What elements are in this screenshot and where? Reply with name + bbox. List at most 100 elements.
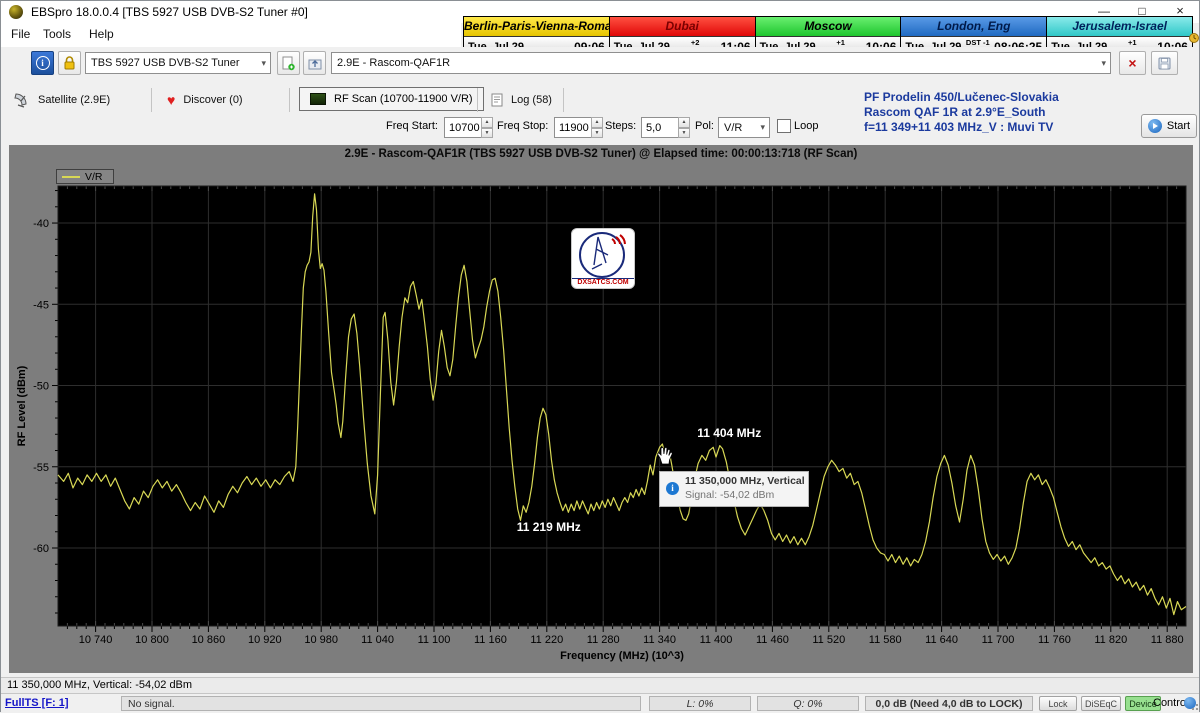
lock-status-button[interactable]: Lock [1039, 696, 1077, 711]
chevron-down-icon: ▾ [760, 122, 769, 133]
steps-stepper[interactable]: 5,0 ▲▼ [641, 117, 690, 138]
pol-label: Pol: [695, 120, 714, 132]
start-button-label: Start [1167, 120, 1190, 132]
x-tick-label: 11 520 [812, 634, 845, 646]
application-window: EBSpro 18.0.0.4 [TBS 5927 USB DVB-S2 Tun… [0, 0, 1200, 712]
spin-up-icon[interactable]: ▲ [481, 117, 493, 128]
info-line-1: PF Prodelin 450/Lučenec-Slovakia [864, 90, 1059, 104]
quality-field: Q: 0% [757, 696, 859, 711]
note-plus-icon [282, 56, 295, 71]
dxsatcs-logo: DXSATCS.COM [571, 228, 635, 289]
fullts-link[interactable]: FullTS [F: 1] [5, 697, 69, 709]
info-button[interactable]: i [31, 51, 54, 75]
signal-status-field: No signal. [121, 696, 641, 711]
y-axis-title: RF Level (dBm) [16, 365, 28, 446]
play-icon [1148, 119, 1162, 133]
spectrum-chart: 2.9E - Rascom-QAF1R (TBS 5927 USB DVB-S2… [9, 145, 1193, 673]
lock-button[interactable] [58, 51, 81, 75]
hand-cursor-icon [656, 446, 674, 466]
chevron-down-icon: ▾ [1101, 58, 1110, 69]
x-tick-label: 10 740 [79, 634, 113, 646]
start-button[interactable]: Start [1141, 114, 1197, 138]
menu-help[interactable]: Help [89, 27, 114, 41]
add-note-button[interactable] [277, 51, 300, 75]
clock-offset: DST -1 [961, 38, 994, 47]
pol-select-value: V/R [724, 122, 742, 134]
steps-label: Steps: [605, 120, 636, 132]
tuner-select-value: TBS 5927 USB DVB-S2 Tuner [91, 57, 240, 69]
spin-down-icon[interactable]: ▼ [678, 128, 690, 139]
x-tick-label: 11 100 [418, 634, 451, 646]
y-tick-label: -45 [33, 299, 49, 311]
floppy-disk-icon [1158, 57, 1171, 70]
spin-down-icon[interactable]: ▼ [481, 128, 493, 139]
steps-value[interactable]: 5,0 [641, 117, 678, 138]
x-tick-label: 11 760 [1038, 634, 1071, 646]
tooltip-signal: Signal: -54,02 dBm [685, 489, 774, 501]
tuner-select[interactable]: TBS 5927 USB DVB-S2 Tuner▾ [85, 52, 271, 74]
chart-annotation: 11 219 MHz [517, 520, 581, 534]
y-tick-label: -50 [33, 381, 49, 393]
menu-tools[interactable]: Tools [43, 27, 71, 41]
freq-start-value[interactable]: 10700 [444, 117, 481, 138]
x-tick-label: 11 220 [530, 634, 563, 646]
pol-select[interactable]: V/R ▾ [718, 117, 770, 138]
clock-city: Moscow [756, 17, 901, 37]
tab-rf-scan[interactable]: RF Scan (10700-11900 V/R) [299, 87, 484, 111]
tab-satellite[interactable]: Satellite (2.9E) [13, 89, 110, 111]
tab-log[interactable]: Log (58) [491, 89, 552, 111]
status-reading: 11 350,000 MHz, Vertical: -54,02 dBm [7, 679, 192, 691]
delete-satellite-button[interactable]: × [1119, 51, 1146, 75]
info-icon: i [36, 56, 50, 70]
save-button[interactable] [1151, 51, 1178, 75]
tab-separator [563, 88, 564, 112]
spin-down-icon[interactable]: ▼ [591, 128, 603, 139]
x-tick-label: 10 920 [248, 634, 282, 646]
x-tick-label: 10 980 [304, 634, 338, 646]
x-tick-label: 11 460 [756, 634, 789, 646]
diseqc-button[interactable]: DiSEqC [1081, 696, 1121, 711]
resize-grip[interactable] [1192, 704, 1198, 710]
level-field: L: 0% [649, 696, 751, 711]
x-tick-label: 11 340 [643, 634, 676, 646]
freq-stop-value[interactable]: 11900 [554, 117, 591, 138]
clock-icon[interactable] [1189, 31, 1199, 45]
x-tick-label: 11 880 [1151, 634, 1184, 646]
info-line-3: f=11 349+11 403 MHz_V : Muvi TV [864, 120, 1053, 134]
upload-settings-button[interactable] [303, 51, 326, 75]
x-tick-label: 10 800 [135, 634, 169, 646]
x-tick-label: 11 280 [587, 634, 620, 646]
freq-start-label: Freq Start: [386, 120, 438, 132]
upload-icon [308, 57, 322, 70]
x-tick-label: 11 160 [474, 634, 507, 646]
status-reading-bar: 11 350,000 MHz, Vertical: -54,02 dBm [1, 677, 1199, 694]
tab-rf-scan-label: RF Scan (10700-11900 V/R) [334, 93, 473, 105]
clock-city: Jerusalem-Israel [1047, 17, 1192, 37]
logo-text: DXSATCS.COM [572, 278, 634, 286]
rf-scan-icon [310, 93, 326, 105]
x-tick-label: 11 640 [925, 634, 958, 646]
spectrum-plot[interactable]: 10 74010 80010 86010 92010 98011 04011 1… [9, 145, 1193, 673]
x-tick-label: 10 860 [192, 634, 226, 646]
x-tick-label: 11 400 [700, 634, 733, 646]
log-document-icon [491, 93, 503, 107]
window-title: EBSpro 18.0.0.4 [TBS 5927 USB DVB-S2 Tun… [31, 5, 308, 19]
app-icon [9, 5, 23, 19]
spin-up-icon[interactable]: ▲ [591, 117, 603, 128]
tab-discover-label: Discover (0) [183, 94, 242, 106]
freq-stop-stepper[interactable]: 11900 ▲▼ [554, 117, 603, 138]
tooltip-frequency: 11 350,000 MHz, Vertical [685, 475, 805, 487]
y-tick-label: -60 [33, 543, 49, 555]
spin-up-icon[interactable]: ▲ [678, 117, 690, 128]
clock-city: Berlin-Paris-Vienna-Roma [464, 17, 609, 37]
loop-checkbox[interactable] [777, 119, 791, 133]
satellite-field[interactable]: 2.9E - Rascom-QAF1R▾ [331, 52, 1111, 74]
menu-file[interactable]: File [11, 27, 30, 41]
tab-separator [477, 88, 478, 112]
clock-city: London, Eng [901, 17, 1046, 37]
lock-icon [63, 56, 76, 70]
freq-start-stepper[interactable]: 10700 ▲▼ [444, 117, 493, 138]
tab-discover[interactable]: ♥ Discover (0) [167, 89, 243, 111]
tab-separator [151, 88, 152, 112]
y-tick-label: -55 [33, 462, 49, 474]
